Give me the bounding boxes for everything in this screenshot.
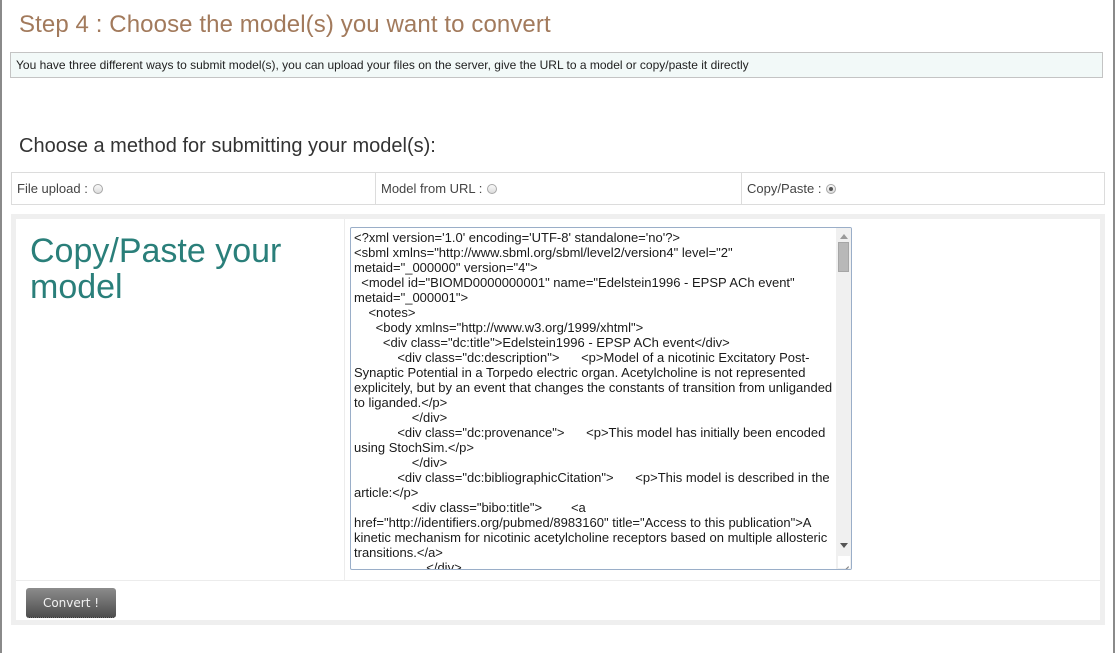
copy-paste-panel: Copy/Paste your model <?xml version='1.0…	[11, 214, 1105, 625]
model-textarea[interactable]: <?xml version='1.0' encoding='UTF-8' sta…	[350, 227, 852, 570]
info-box: You have three different ways to submit …	[10, 52, 1103, 78]
resize-grip-icon[interactable]	[838, 556, 850, 568]
method-selector: File upload : Model from URL : Copy/Past…	[11, 172, 1105, 205]
textarea-scrollbar[interactable]	[836, 228, 851, 569]
copy-paste-editor-cell: <?xml version='1.0' encoding='UTF-8' sta…	[345, 219, 1100, 580]
method-heading: Choose a method for submitting your mode…	[19, 135, 436, 157]
model-from-url-radio[interactable]	[487, 183, 498, 194]
copy-paste-panel-inner: Copy/Paste your model <?xml version='1.0…	[16, 219, 1100, 620]
method-label: Model from URL :	[381, 181, 483, 196]
method-option-copy-paste[interactable]: Copy/Paste :	[741, 173, 1104, 204]
scroll-up-arrow-icon[interactable]	[840, 234, 848, 239]
method-label: File upload :	[17, 181, 88, 196]
copy-paste-title: Copy/Paste your model	[30, 232, 282, 306]
step-title: Step 4 : Choose the model(s) you want to…	[19, 11, 551, 38]
convert-button[interactable]: Convert !	[26, 588, 116, 618]
method-option-model-from-url[interactable]: Model from URL :	[375, 173, 741, 204]
scroll-thumb[interactable]	[838, 242, 849, 272]
page-left-border	[0, 0, 2, 653]
method-label: Copy/Paste :	[747, 181, 822, 196]
copy-paste-radio[interactable]	[826, 183, 837, 194]
file-upload-radio[interactable]	[92, 183, 103, 194]
scroll-down-arrow-icon[interactable]	[840, 543, 848, 548]
model-textarea-content[interactable]: <?xml version='1.0' encoding='UTF-8' sta…	[354, 230, 834, 569]
row-divider	[16, 580, 1100, 581]
method-option-file-upload[interactable]: File upload :	[12, 173, 375, 204]
copy-paste-label-cell: Copy/Paste your model	[16, 219, 345, 580]
